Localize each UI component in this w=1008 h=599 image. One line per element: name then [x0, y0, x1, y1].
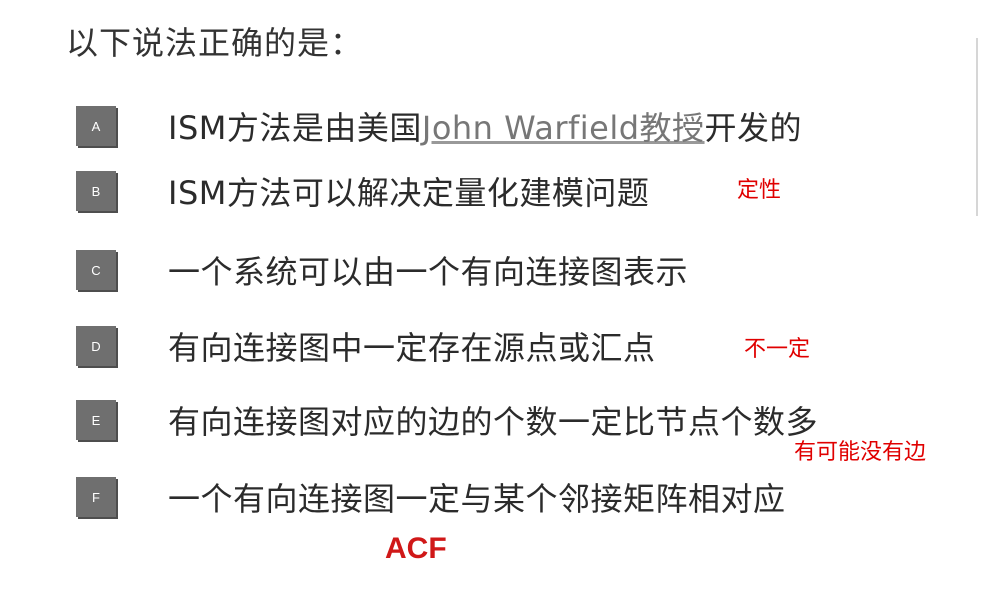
option-b[interactable]: B ISM方法可以解决定量化建模问题: [76, 163, 649, 219]
option-badge-f: F: [76, 477, 116, 517]
option-c[interactable]: C 一个系统可以由一个有向连接图表示: [76, 242, 688, 298]
answer-text: ACF: [385, 532, 447, 565]
option-text-e: 有向连接图对应的边的个数一定比节点个数多: [168, 403, 819, 441]
option-a-text-after: 开发的: [704, 109, 803, 147]
option-badge-c: C: [76, 250, 116, 290]
option-badge-a: A: [76, 106, 116, 146]
divider-line: [976, 38, 978, 216]
option-text-c: 一个系统可以由一个有向连接图表示: [168, 253, 689, 291]
option-e[interactable]: E 有向连接图对应的边的个数一定比节点个数多: [76, 392, 818, 448]
note-e: 有可能没有边: [794, 440, 927, 465]
option-f[interactable]: F 一个有向连接图一定与某个邻接矩阵相对应: [76, 469, 786, 525]
option-text-f: 一个有向连接图一定与某个邻接矩阵相对应: [168, 480, 786, 518]
option-badge-e: E: [76, 400, 116, 440]
note-d: 不一定: [744, 337, 811, 362]
option-text-a: ISM方法是由美国John Warfield教授开发的: [168, 103, 802, 149]
note-b: 定性: [737, 178, 782, 203]
option-text-b: ISM方法可以解决定量化建模问题: [168, 174, 650, 212]
option-text-d: 有向连接图中一定存在源点或汇点: [168, 329, 656, 367]
option-a-link: John Warfield教授: [421, 109, 705, 147]
option-badge-b: B: [76, 171, 116, 211]
option-d[interactable]: D 有向连接图中一定存在源点或汇点: [76, 318, 656, 374]
option-a[interactable]: A ISM方法是由美国John Warfield教授开发的: [76, 98, 802, 154]
question-title: 以下说法正确的是：: [66, 24, 364, 62]
option-a-text-before: ISM方法是由美国: [168, 109, 422, 147]
option-badge-d: D: [76, 326, 116, 366]
